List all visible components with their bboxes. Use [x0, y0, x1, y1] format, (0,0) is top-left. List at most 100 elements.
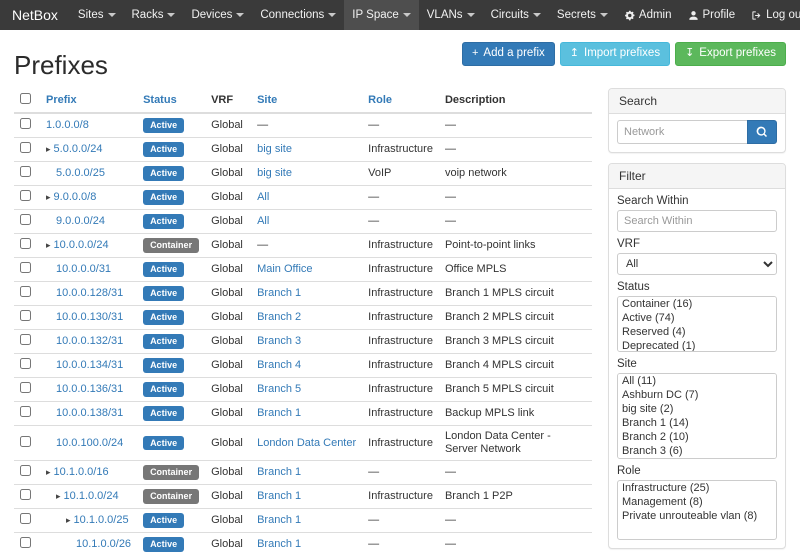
site-link[interactable]: Branch 1 [257, 466, 301, 478]
filter-option[interactable]: Container (16) [618, 297, 776, 311]
prefix-link[interactable]: 10.0.0.132/31 [56, 335, 123, 347]
vrf-select[interactable]: All [617, 253, 777, 275]
site-link[interactable]: Branch 4 [257, 359, 301, 371]
status-badge: Container [143, 238, 199, 253]
prefix-link[interactable]: 10.1.0.0/16 [54, 466, 109, 478]
select-all-checkbox[interactable] [20, 93, 31, 104]
row-checkbox[interactable] [20, 310, 31, 321]
filter-option[interactable]: Branch 2 (10) [618, 430, 776, 444]
prefix-link[interactable]: 10.0.0.0/24 [54, 239, 109, 251]
prefix-link[interactable]: 9.0.0.0/8 [54, 191, 97, 203]
row-checkbox[interactable] [20, 537, 31, 548]
row-checkbox[interactable] [20, 465, 31, 476]
row-checkbox[interactable] [20, 358, 31, 369]
site-link[interactable]: Main Office [257, 263, 312, 275]
description-value: Office MPLS [439, 258, 592, 282]
nav-item-sites[interactable]: Sites [70, 0, 124, 30]
prefix-link[interactable]: 10.0.0.134/31 [56, 359, 123, 371]
filter-option[interactable]: All (11) [618, 374, 776, 388]
prefix-link[interactable]: 5.0.0.0/24 [54, 143, 103, 155]
filter-option[interactable]: Branch 1 (14) [618, 416, 776, 430]
filter-option[interactable]: Deprecated (1) [618, 339, 776, 352]
description-value: Point-to-point links [439, 234, 592, 258]
row-checkbox[interactable] [20, 489, 31, 500]
row-checkbox[interactable] [20, 190, 31, 201]
row-checkbox[interactable] [20, 513, 31, 524]
prefix-link[interactable]: 5.0.0.0/25 [56, 167, 105, 179]
add-a-prefix-button[interactable]: +Add a prefix [462, 42, 555, 66]
prefix-link[interactable]: 1.0.0.0/8 [46, 119, 89, 131]
filter-option[interactable]: Branch 4 (12) [618, 458, 776, 459]
site-link[interactable]: Branch 2 [257, 311, 301, 323]
filter-option[interactable]: Branch 3 (6) [618, 444, 776, 458]
nav-admin[interactable]: Admin [616, 0, 680, 30]
prefix-link[interactable]: 10.0.100.0/24 [56, 437, 123, 449]
prefix-link[interactable]: 10.1.0.0/24 [64, 490, 119, 502]
filter-option[interactable]: Ashburn DC (7) [618, 388, 776, 402]
chevron-down-icon [108, 13, 116, 17]
filter-option[interactable]: Active (74) [618, 311, 776, 325]
prefix-link[interactable]: 9.0.0.0/24 [56, 215, 105, 227]
nav-item-label: VLANs [427, 9, 463, 21]
prefix-link[interactable]: 10.0.0.128/31 [56, 287, 123, 299]
nav-item-connections[interactable]: Connections [252, 0, 344, 30]
row-checkbox[interactable] [20, 406, 31, 417]
row-checkbox[interactable] [20, 382, 31, 393]
prefix-link[interactable]: 10.0.0.0/31 [56, 263, 111, 275]
filter-option[interactable]: Private unrouteable vlan (8) [618, 509, 776, 523]
column-header-prefix[interactable]: Prefix [40, 88, 137, 113]
prefix-link[interactable]: 10.0.0.130/31 [56, 311, 123, 323]
site-link[interactable]: Branch 1 [257, 287, 301, 299]
nav-item-ip-space[interactable]: IP Space [344, 0, 418, 30]
nav-item-devices[interactable]: Devices [183, 0, 252, 30]
nav-item-circuits[interactable]: Circuits [483, 0, 549, 30]
nav-item-racks[interactable]: Racks [124, 0, 184, 30]
filter-option[interactable]: Management (8) [618, 495, 776, 509]
row-checkbox[interactable] [20, 238, 31, 249]
site-link[interactable]: Branch 1 [257, 407, 301, 419]
search-panel-title: Search [609, 89, 785, 114]
table-row: 1.0.0.0/8ActiveGlobal——— [14, 113, 592, 138]
row-checkbox[interactable] [20, 142, 31, 153]
row-checkbox[interactable] [20, 334, 31, 345]
row-checkbox[interactable] [20, 118, 31, 129]
filter-option[interactable]: Reserved (4) [618, 325, 776, 339]
search-input[interactable] [617, 120, 747, 144]
site-link[interactable]: Branch 1 [257, 490, 301, 502]
column-header-site[interactable]: Site [251, 88, 362, 113]
site-link[interactable]: London Data Center [257, 437, 356, 449]
row-checkbox[interactable] [20, 286, 31, 297]
nav-profile[interactable]: Profile [680, 0, 744, 30]
role-filter-list[interactable]: Infrastructure (25)Management (8)Private… [617, 480, 777, 540]
row-checkbox[interactable] [20, 214, 31, 225]
prefix-link[interactable]: 10.1.0.0/26 [76, 538, 131, 550]
site-link[interactable]: Branch 5 [257, 383, 301, 395]
site-link[interactable]: Branch 1 [257, 514, 301, 526]
search-button[interactable] [747, 120, 777, 144]
site-link[interactable]: Branch 1 [257, 538, 301, 550]
row-checkbox[interactable] [20, 436, 31, 447]
site-link[interactable]: All [257, 191, 269, 203]
prefix-link[interactable]: 10.1.0.0/25 [74, 514, 129, 526]
column-header-role[interactable]: Role [362, 88, 439, 113]
row-checkbox[interactable] [20, 262, 31, 273]
filter-option[interactable]: Infrastructure (25) [618, 481, 776, 495]
site-link[interactable]: big site [257, 167, 292, 179]
column-header-status[interactable]: Status [137, 88, 205, 113]
site-link[interactable]: big site [257, 143, 292, 155]
prefix-link[interactable]: 10.0.0.136/31 [56, 383, 123, 395]
site-filter-list[interactable]: All (11)Ashburn DC (7)big site (2)Branch… [617, 373, 777, 459]
search-within-input[interactable] [617, 210, 777, 232]
row-checkbox[interactable] [20, 166, 31, 177]
filter-option[interactable]: big site (2) [618, 402, 776, 416]
export-prefixes-button[interactable]: ↧Export prefixes [675, 42, 786, 66]
nav-log-out[interactable]: Log out [743, 0, 800, 30]
site-link[interactable]: Branch 3 [257, 335, 301, 347]
brand-logo[interactable]: NetBox [0, 0, 70, 30]
prefix-link[interactable]: 10.0.0.138/31 [56, 407, 123, 419]
nav-item-vlans[interactable]: VLANs [419, 0, 483, 30]
status-filter-list[interactable]: Container (16)Active (74)Reserved (4)Dep… [617, 296, 777, 352]
nav-item-secrets[interactable]: Secrets [549, 0, 616, 30]
import-prefixes-button[interactable]: ↥Import prefixes [560, 42, 670, 66]
site-link[interactable]: All [257, 215, 269, 227]
